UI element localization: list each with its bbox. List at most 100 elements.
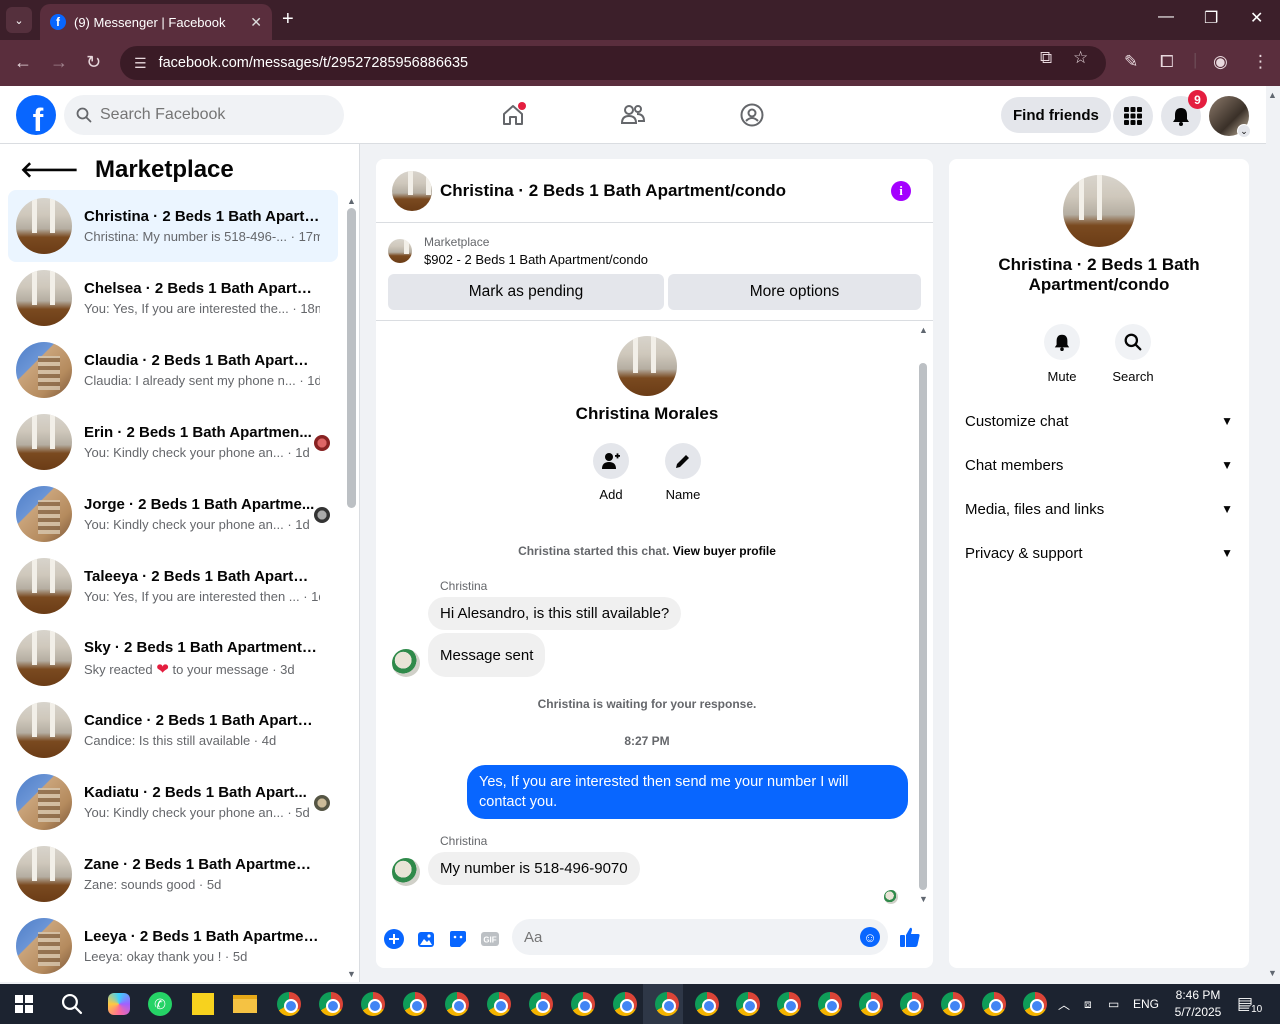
chrome-window-icon[interactable] (275, 990, 303, 1018)
chrome-window-icon[interactable] (527, 990, 555, 1018)
conversation-item[interactable]: Zane · 2 Beds 1 Bath Apartment/... Zane: … (8, 838, 338, 910)
chrome-window-icon[interactable] (980, 990, 1008, 1018)
gif-button[interactable]: GIF (479, 928, 501, 950)
find-friends-button[interactable]: Find friends (1001, 97, 1111, 133)
chrome-window-icon[interactable] (857, 990, 885, 1018)
page-scroll-down-icon[interactable]: ▼ (1268, 968, 1277, 978)
site-settings-icon[interactable]: ☰ (134, 55, 147, 72)
chrome-window-icon[interactable] (1021, 990, 1049, 1018)
chrome-window-icon[interactable] (485, 990, 513, 1018)
conversation-item[interactable]: Candice · 2 Beds 1 Bath Apartme... Candic… (8, 694, 338, 766)
chrome-window-icon[interactable] (693, 990, 721, 1018)
profile-icon[interactable]: ◉ (1213, 52, 1228, 72)
scroll-down-icon[interactable]: ▼ (919, 894, 928, 904)
chat-title[interactable]: Christina · 2 Beds 1 Bath Apartment/cond… (440, 181, 786, 201)
facebook-logo-icon[interactable]: f (16, 95, 56, 135)
forward-icon[interactable]: → (50, 52, 68, 73)
conversation-item[interactable]: Christina · 2 Beds 1 Bath Apartm... Chris… (8, 190, 338, 262)
details-section[interactable]: Chat members ▼ (965, 443, 1233, 487)
page-scroll-up-icon[interactable]: ▲ (1268, 90, 1277, 100)
chat-scrollbar[interactable] (919, 363, 927, 890)
restore-icon[interactable]: ❐ (1204, 8, 1218, 28)
windows-start-icon[interactable] (10, 990, 38, 1018)
name-action[interactable]: Name (653, 443, 713, 502)
window-close-icon[interactable]: ✕ (1250, 8, 1263, 28)
back-icon[interactable]: ← (14, 52, 32, 73)
chrome-window-icon[interactable] (569, 990, 597, 1018)
back-arrow-icon[interactable]: 🡐 (20, 157, 79, 183)
minimize-icon[interactable]: — (1158, 8, 1174, 26)
url-bar[interactable]: ☰ facebook.com/messages/t/29527285956886… (120, 46, 1106, 80)
attach-photo-button[interactable] (415, 928, 437, 950)
tab-search-dropdown[interactable]: ⌄ (6, 7, 32, 33)
conversation-item[interactable]: Erin · 2 Beds 1 Bath Apartmen... You: Kin… (8, 406, 338, 478)
message-input[interactable] (512, 919, 888, 955)
details-avatar[interactable] (1063, 175, 1135, 247)
conversation-item[interactable]: Kadiatu · 2 Beds 1 Bath Apart... You: Kin… (8, 766, 338, 838)
view-buyer-profile-link[interactable]: View buyer profile (673, 544, 776, 558)
home-nav[interactable] (495, 98, 531, 132)
tab-close-icon[interactable]: ✕ (250, 14, 262, 31)
chat-avatar[interactable] (392, 170, 432, 211)
listing-info[interactable]: Marketplace $902 - 2 Beds 1 Bath Apartme… (388, 235, 648, 267)
mute-action[interactable]: Mute (1032, 324, 1092, 384)
chrome-window-icon[interactable] (653, 990, 681, 1018)
scroll-down-icon[interactable]: ▼ (347, 969, 356, 979)
details-section[interactable]: Customize chat ▼ (965, 399, 1233, 443)
emoji-icon[interactable]: ☺ (860, 927, 880, 947)
chrome-window-icon[interactable] (734, 990, 762, 1018)
conversation-item[interactable]: Sky · 2 Beds 1 Bath Apartment/c... Sky re… (8, 622, 338, 694)
sidebar-scrollbar[interactable] (347, 208, 356, 508)
conversation-item[interactable]: Leeya · 2 Beds 1 Bath Apartment... Leeya:… (8, 910, 338, 982)
mark-as-pending-button[interactable]: Mark as pending (388, 274, 664, 310)
extensions-icon[interactable]: ⧠ (1160, 52, 1174, 72)
chrome-window-icon[interactable] (611, 990, 639, 1018)
groups-nav[interactable] (734, 98, 770, 132)
chrome-window-icon[interactable] (359, 990, 387, 1018)
pen-icon[interactable]: ✎ (1124, 52, 1138, 72)
details-section[interactable]: Privacy & support ▼ (965, 531, 1233, 575)
menu-grid-button[interactable] (1113, 96, 1153, 136)
chrome-window-icon[interactable] (401, 990, 429, 1018)
conversation-item[interactable]: Taleeya · 2 Beds 1 Bath Apartme... You: Y… (8, 550, 338, 622)
chrome-window-icon[interactable] (443, 990, 471, 1018)
show-hidden-icons[interactable]: ︿ (1058, 984, 1070, 1024)
chat-header[interactable]: Christina · 2 Beds 1 Bath Apartment/cond… (376, 159, 933, 223)
chrome-window-icon[interactable] (898, 990, 926, 1018)
sender-avatar[interactable] (392, 649, 420, 677)
add-action[interactable]: Add (581, 443, 641, 502)
search-action[interactable]: Search (1103, 324, 1163, 384)
reload-icon[interactable]: ↻ (86, 52, 101, 73)
friends-nav[interactable] (615, 98, 651, 132)
new-tab-button[interactable]: + (282, 8, 294, 31)
notifications-button[interactable]: 9 (1161, 90, 1207, 136)
network-icon[interactable]: ▭ (1108, 984, 1119, 1024)
facebook-search[interactable] (64, 95, 344, 135)
install-app-icon[interactable]: ⧉ (1040, 48, 1052, 68)
browser-tab[interactable]: f (9) Messenger | Facebook ✕ (40, 4, 272, 40)
whatsapp-icon[interactable]: ✆ (146, 990, 174, 1018)
conversation-item[interactable]: Jorge · 2 Beds 1 Bath Apartme... You: Kin… (8, 478, 338, 550)
scroll-up-icon[interactable]: ▲ (919, 325, 928, 335)
sender-avatar[interactable] (392, 858, 420, 886)
device-icon[interactable]: ⧈ (1084, 984, 1092, 1024)
message-bubble[interactable]: My number is 518-496-9070 (428, 852, 640, 885)
account-avatar[interactable]: ⌄ (1209, 96, 1251, 138)
message-bubble[interactable]: Hi Alesandro, is this still available? (428, 597, 682, 630)
chrome-window-icon[interactable] (939, 990, 967, 1018)
more-options-button[interactable]: More options (668, 274, 921, 310)
search-icon[interactable] (58, 990, 86, 1018)
copilot-icon[interactable] (105, 990, 133, 1018)
file-explorer-icon[interactable] (231, 990, 259, 1018)
notification-center[interactable]: ▤ 10 (1237, 984, 1265, 1024)
menu-kebab-icon[interactable]: ⋮ (1252, 52, 1269, 72)
bookmark-star-icon[interactable]: ☆ (1073, 48, 1088, 68)
scroll-up-icon[interactable]: ▲ (347, 196, 356, 206)
chrome-window-icon[interactable] (317, 990, 345, 1018)
conversation-item[interactable]: Claudia · 2 Beds 1 Bath Apartme... Claudi… (8, 334, 338, 406)
info-icon[interactable]: i (891, 181, 911, 201)
message-bubble[interactable]: Message sent (428, 633, 546, 677)
sticky-notes-icon[interactable] (189, 990, 217, 1018)
more-actions-button[interactable] (383, 928, 405, 950)
language-indicator[interactable]: ENG (1133, 984, 1159, 1024)
